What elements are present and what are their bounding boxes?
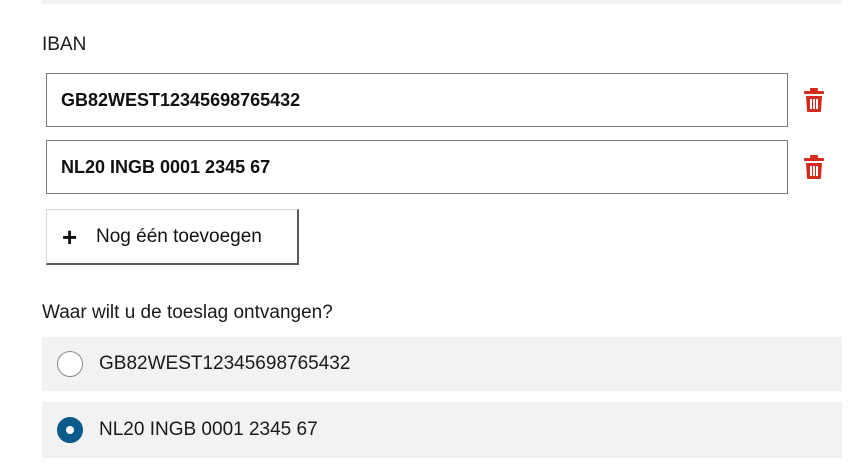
add-iban-button[interactable]: + Nog één toevoegen xyxy=(46,209,299,265)
iban-form: IBAN + Nog één toevoegen Waar wilt u de … xyxy=(0,0,854,465)
payout-question: Waar wilt u de toeslag ontvangen? xyxy=(42,302,333,323)
radio-checked[interactable] xyxy=(57,417,83,443)
previous-section-divider xyxy=(42,0,842,4)
iban-field-2[interactable] xyxy=(46,140,788,194)
trash-icon xyxy=(804,88,824,112)
payout-option-1-label: GB82WEST12345698765432 xyxy=(99,353,351,374)
trash-icon xyxy=(804,155,824,179)
plus-icon: + xyxy=(62,221,78,252)
add-iban-label: Nog één toevoegen xyxy=(96,225,262,247)
radio-unchecked[interactable] xyxy=(57,351,83,377)
delete-iban-2-button[interactable] xyxy=(803,154,825,180)
payout-option-2-label: NL20 INGB 0001 2345 67 xyxy=(99,419,318,440)
iban-field-1[interactable] xyxy=(46,73,788,127)
iban-label: IBAN xyxy=(42,34,87,55)
payout-option-1[interactable]: GB82WEST12345698765432 xyxy=(42,337,842,391)
iban-input-2[interactable] xyxy=(47,141,787,193)
delete-iban-1-button[interactable] xyxy=(803,87,825,113)
payout-option-2[interactable]: NL20 INGB 0001 2345 67 xyxy=(42,402,842,458)
iban-input-1[interactable] xyxy=(47,74,787,126)
